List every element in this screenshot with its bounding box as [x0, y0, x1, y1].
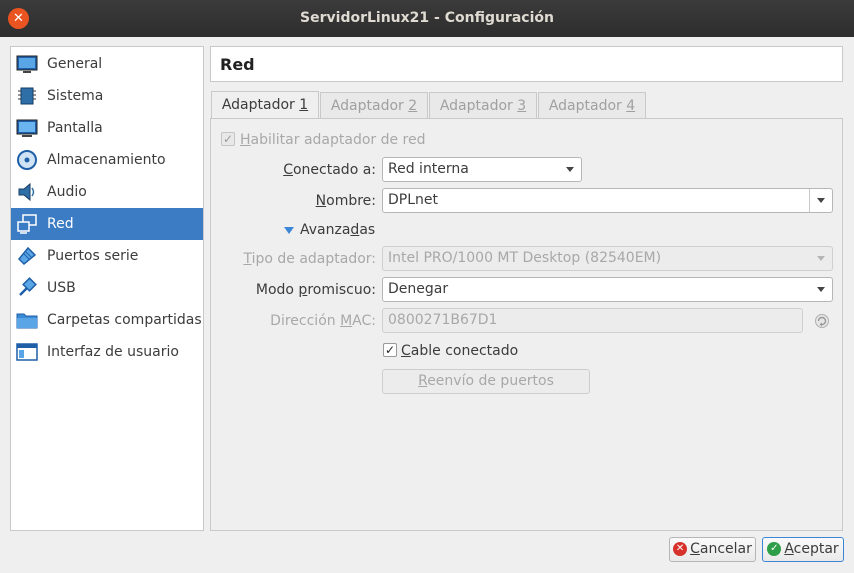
attached-to-value: Red interna — [388, 161, 469, 177]
chevron-down-icon — [817, 256, 825, 261]
name-value: DPLnet — [388, 192, 438, 208]
attached-to-label: Conectado a: — [283, 162, 376, 178]
sidebar-item-label: Sistema — [47, 88, 104, 104]
tab-mnemonic: 3 — [517, 98, 527, 114]
serial-port-icon — [17, 246, 37, 266]
tab-adaptador-1[interactable]: Adaptador 1 — [211, 91, 319, 119]
sidebar-item-red[interactable]: Red — [11, 208, 203, 240]
promiscuous-select[interactable]: Denegar — [382, 277, 833, 302]
tab-adaptador-4[interactable]: Adaptador 4 — [538, 92, 646, 118]
chevron-down-icon — [817, 287, 825, 292]
enable-adapter-label: Habilitar adaptador de red — [240, 132, 426, 148]
disk-icon — [17, 150, 37, 170]
sidebar-item-label: Audio — [47, 184, 87, 200]
divider — [809, 189, 810, 212]
advanced-toggle[interactable]: Avanzadas — [284, 218, 375, 242]
network-icon — [17, 214, 37, 234]
tab-label: Adaptador — [439, 98, 518, 114]
expand-triangle-icon — [284, 226, 294, 234]
sidebar-item-label: General — [47, 56, 103, 72]
sidebar-item-sistema[interactable]: Sistema — [11, 80, 203, 112]
tab-label: Adaptador — [548, 98, 627, 114]
mac-value: 0800271B67D1 — [388, 312, 498, 328]
chevron-down-icon — [566, 167, 574, 172]
sidebar-item-label: Interfaz de usuario — [47, 344, 179, 360]
sidebar-item-puertos-serie[interactable]: Puertos serie — [11, 240, 203, 272]
sidebar-item-almacenamiento[interactable]: Almacenamiento — [11, 144, 203, 176]
monitor-icon — [16, 119, 38, 137]
sidebar-item-audio[interactable]: Audio — [11, 176, 203, 208]
sidebar-item-label: Carpetas compartidas — [47, 312, 202, 328]
mac-input[interactable]: 0800271B67D1 — [382, 308, 803, 333]
speaker-icon — [18, 182, 35, 202]
promiscuous-label: Modo promiscuo: — [255, 282, 376, 298]
chevron-down-icon — [817, 198, 825, 203]
page-title: Red — [210, 46, 843, 82]
chip-icon — [18, 87, 36, 105]
tab-adaptador-3[interactable]: Adaptador 3 — [429, 92, 537, 118]
folder-icon — [16, 313, 38, 329]
sidebar-item-interfaz-usuario[interactable]: Interfaz de usuario — [11, 336, 203, 368]
title-bar: ✕ ServidorLinux21 - Configuración — [0, 0, 854, 37]
attached-to-select[interactable]: Red interna — [382, 157, 582, 182]
refresh-mac-icon[interactable] — [814, 313, 830, 329]
window-icon — [16, 343, 38, 361]
cancel-icon: ✕ — [673, 542, 688, 556]
ok-button[interactable]: ✓ Aceptar — [762, 537, 844, 562]
sidebar-item-label: Almacenamiento — [47, 152, 166, 168]
sidebar-item-general[interactable]: General — [11, 48, 203, 80]
mac-label: Dirección MAC: — [270, 313, 376, 329]
tab-label: Adaptador — [221, 97, 300, 113]
name-select[interactable]: DPLnet — [382, 188, 833, 213]
sidebar-item-carpetas-compartidas[interactable]: Carpetas compartidas — [11, 304, 203, 336]
tab-label: Adaptador — [330, 98, 409, 114]
check-icon: ✓ — [767, 542, 782, 556]
promiscuous-value: Denegar — [388, 281, 449, 297]
cable-connected-label: Cable conectado — [401, 343, 519, 359]
sidebar-item-usb[interactable]: USB — [11, 272, 203, 304]
adapter-type-select[interactable]: Intel PRO/1000 MT Desktop (82540EM) — [382, 246, 833, 271]
sidebar-item-label: Pantalla — [47, 120, 103, 136]
tab-mnemonic: 1 — [299, 97, 309, 113]
enable-adapter-checkbox[interactable]: ✓ — [221, 132, 235, 146]
adapter-type-value: Intel PRO/1000 MT Desktop (82540EM) — [388, 250, 662, 266]
name-label: Nombre: — [315, 193, 376, 209]
usb-icon — [19, 277, 37, 296]
window-title: ServidorLinux21 - Configuración — [300, 10, 554, 26]
port-forwarding-button[interactable]: Reenvío de puertos — [382, 369, 590, 394]
tab-mnemonic: 2 — [408, 98, 418, 114]
general-icon — [16, 55, 38, 73]
tab-adaptador-2[interactable]: Adaptador 2 — [320, 92, 428, 118]
tab-mnemonic: 4 — [626, 98, 636, 114]
sidebar-item-label: Red — [47, 216, 74, 232]
close-icon[interactable]: ✕ — [8, 8, 29, 29]
settings-window: ✕ ServidorLinux21 - Configuración Genera… — [0, 0, 854, 573]
cancel-button[interactable]: ✕ Cancelar — [669, 537, 756, 562]
cable-connected-checkbox[interactable]: ✓ — [383, 343, 397, 357]
sidebar-item-label: USB — [47, 280, 76, 296]
sidebar-item-label: Puertos serie — [47, 248, 139, 264]
settings-sidebar: General Sistema Pantalla Almacenamiento … — [10, 46, 204, 531]
adapter-type-label: Tipo de adaptador: — [243, 251, 376, 267]
sidebar-item-pantalla[interactable]: Pantalla — [11, 112, 203, 144]
